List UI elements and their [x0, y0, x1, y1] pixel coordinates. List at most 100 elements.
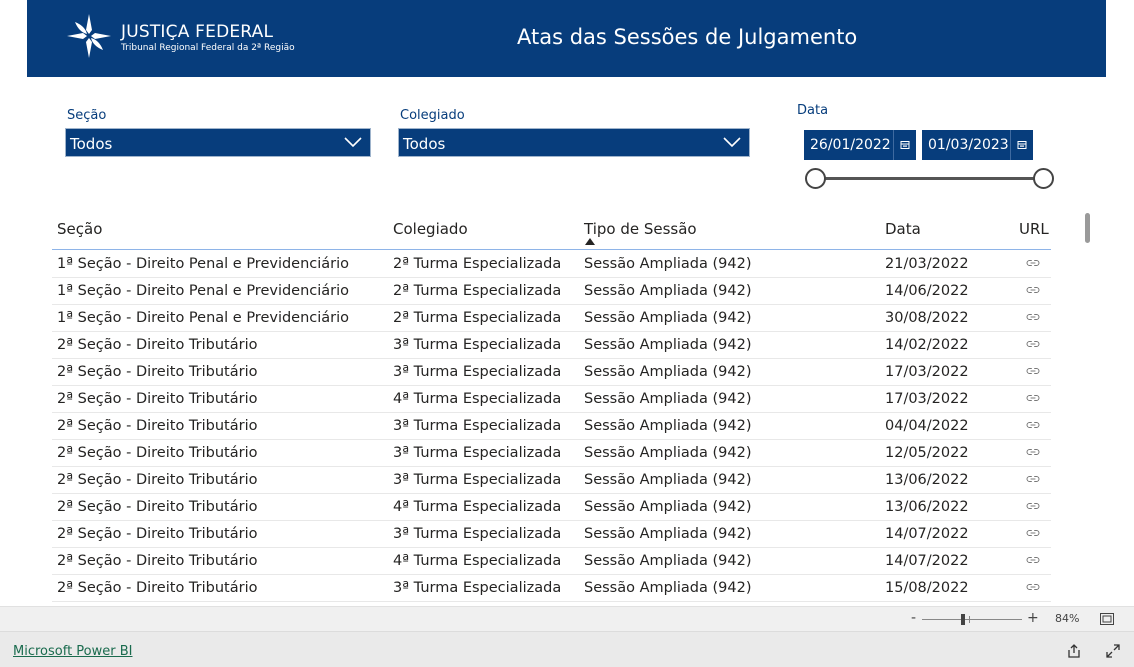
table-row: 2ª Seção - Direito Tributário 4ª Turma Es…: [52, 494, 1051, 521]
cell-data: 12/05/2022: [885, 445, 969, 461]
cell-tipo-sessao: Sessão Ampliada (942): [584, 283, 752, 299]
power-bi-link[interactable]: Microsoft Power BI: [13, 644, 132, 659]
cell-secao: 2ª Seção - Direito Tributário: [57, 499, 258, 515]
cell-data: 13/06/2022: [885, 472, 969, 488]
link-icon[interactable]: [1024, 338, 1042, 350]
link-icon[interactable]: [1024, 257, 1042, 269]
table-row: 2ª Seção - Direito Tributário 3ª Turma Es…: [52, 332, 1051, 359]
cell-data: 14/07/2022: [885, 526, 969, 542]
calendar-icon[interactable]: [900, 140, 910, 150]
colegiado-dropdown[interactable]: Todos: [398, 128, 750, 157]
zoom-slider-track[interactable]: [922, 619, 1022, 620]
link-icon[interactable]: [1024, 284, 1042, 296]
fit-to-page-icon[interactable]: [1100, 613, 1114, 625]
table-row: 2ª Seção - Direito Tributário 4ª Turma Es…: [52, 386, 1051, 413]
table-row: 2ª Seção - Direito Tributário 4ª Turma Es…: [52, 548, 1051, 575]
link-icon[interactable]: [1024, 311, 1042, 323]
chevron-down-icon: [723, 137, 741, 148]
footer-bar: Microsoft Power BI: [0, 631, 1134, 667]
start-date-input[interactable]: 26/01/2022: [804, 130, 916, 160]
expand-icon[interactable]: [1105, 643, 1121, 659]
cell-colegiado: 2ª Turma Especializada: [393, 283, 562, 299]
status-bar: - + 84%: [0, 606, 1134, 631]
cell-tipo-sessao: Sessão Ampliada (942): [584, 337, 752, 353]
cell-tipo-sessao: Sessão Ampliada (942): [584, 445, 752, 461]
cell-colegiado: 4ª Turma Especializada: [393, 553, 562, 569]
cell-data: 30/08/2022: [885, 310, 969, 326]
secao-filter-label: Seção: [67, 108, 107, 123]
cell-data: 17/03/2022: [885, 364, 969, 380]
date-range-end-handle[interactable]: [1033, 168, 1054, 189]
data-filter-label: Data: [797, 103, 829, 118]
zoom-value: 84%: [1055, 612, 1080, 625]
cell-tipo-sessao: Sessão Ampliada (942): [584, 418, 752, 434]
cell-secao: 2ª Seção - Direito Tributário: [57, 445, 258, 461]
end-date-value: 01/03/2023: [928, 137, 1009, 153]
link-icon[interactable]: [1024, 446, 1042, 458]
link-icon[interactable]: [1024, 581, 1042, 593]
cell-tipo-sessao: Sessão Ampliada (942): [584, 310, 752, 326]
cell-colegiado: 3ª Turma Especializada: [393, 418, 562, 434]
cell-data: 14/02/2022: [885, 337, 969, 353]
link-icon[interactable]: [1024, 392, 1042, 404]
cell-colegiado: 3ª Turma Especializada: [393, 364, 562, 380]
calendar-icon[interactable]: [1017, 140, 1027, 150]
colegiado-filter-label: Colegiado: [400, 108, 465, 123]
secao-dropdown-value: Todos: [70, 135, 113, 153]
cell-secao: 1ª Seção - Direito Penal e Previdenciári…: [57, 283, 350, 299]
table-scrollbar[interactable]: [1085, 213, 1090, 243]
cell-colegiado: 3ª Turma Especializada: [393, 580, 562, 596]
cell-data: 13/06/2022: [885, 499, 969, 515]
link-icon[interactable]: [1024, 365, 1042, 377]
cell-colegiado: 3ª Turma Especializada: [393, 445, 562, 461]
cell-data: 14/07/2022: [885, 553, 969, 569]
link-icon[interactable]: [1024, 419, 1042, 431]
date-range-start-handle[interactable]: [805, 168, 826, 189]
cell-secao: 2ª Seção - Direito Tributário: [57, 418, 258, 434]
link-icon[interactable]: [1024, 500, 1042, 512]
cell-colegiado: 3ª Turma Especializada: [393, 472, 562, 488]
date-range-slider-track[interactable]: [816, 177, 1044, 180]
cell-data: 15/08/2022: [885, 580, 969, 596]
table-row: 2ª Seção - Direito Tributário 3ª Turma Es…: [52, 575, 1051, 602]
cell-secao: 1ª Seção - Direito Penal e Previdenciári…: [57, 310, 350, 326]
cell-data: 14/06/2022: [885, 283, 969, 299]
end-date-input[interactable]: 01/03/2023: [922, 130, 1033, 160]
table-row: 2ª Seção - Direito Tributário 3ª Turma Es…: [52, 467, 1051, 494]
link-icon[interactable]: [1024, 554, 1042, 566]
link-icon[interactable]: [1024, 527, 1042, 539]
chevron-down-icon: [344, 137, 362, 148]
date-divider: [1010, 130, 1011, 160]
secao-dropdown[interactable]: Todos: [65, 128, 371, 157]
cell-tipo-sessao: Sessão Ampliada (942): [584, 553, 752, 569]
cell-colegiado: 4ª Turma Especializada: [393, 499, 562, 515]
start-date-value: 26/01/2022: [810, 137, 891, 153]
share-icon[interactable]: [1066, 643, 1082, 659]
date-divider: [893, 130, 894, 160]
cell-colegiado: 2ª Turma Especializada: [393, 256, 562, 272]
column-header-secao[interactable]: Seção: [57, 220, 102, 238]
cell-tipo-sessao: Sessão Ampliada (942): [584, 580, 752, 596]
zoom-slider-thumb[interactable]: [961, 614, 965, 625]
table-row: 2ª Seção - Direito Tributário 3ª Turma Es…: [52, 521, 1051, 548]
table-row: 1ª Seção - Direito Penal e Previdenciári…: [52, 305, 1051, 332]
zoom-slider-tick: [969, 616, 970, 623]
logo-title: JUSTIÇA FEDERAL: [121, 22, 274, 42]
cell-tipo-sessao: Sessão Ampliada (942): [584, 499, 752, 515]
table-row: 1ª Seção - Direito Penal e Previdenciári…: [52, 278, 1051, 305]
cell-secao: 2ª Seção - Direito Tributário: [57, 472, 258, 488]
column-header-colegiado[interactable]: Colegiado: [393, 220, 468, 238]
cell-data: 21/03/2022: [885, 256, 969, 272]
cell-colegiado: 4ª Turma Especializada: [393, 391, 562, 407]
column-header-url[interactable]: URL: [1019, 220, 1049, 238]
cell-secao: 2ª Seção - Direito Tributário: [57, 391, 258, 407]
link-icon[interactable]: [1024, 473, 1042, 485]
cell-data: 17/03/2022: [885, 391, 969, 407]
page-title: Atas das Sessões de Julgamento: [517, 25, 858, 49]
column-header-tipo-sessao[interactable]: Tipo de Sessão: [584, 220, 697, 238]
cell-tipo-sessao: Sessão Ampliada (942): [584, 256, 752, 272]
zoom-in-button[interactable]: +: [1027, 610, 1039, 626]
cell-colegiado: 3ª Turma Especializada: [393, 337, 562, 353]
zoom-out-button[interactable]: -: [911, 610, 916, 626]
column-header-data[interactable]: Data: [885, 220, 921, 238]
